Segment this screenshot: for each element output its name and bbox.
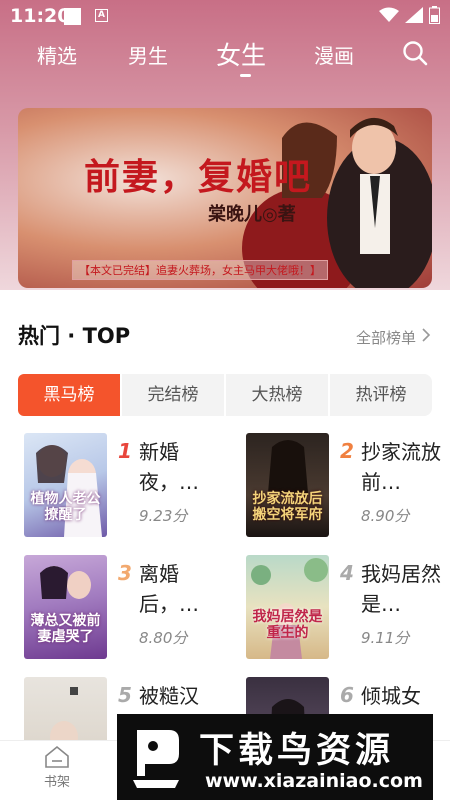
banner-title: 前妻，复婚吧 xyxy=(84,156,313,198)
ranking-tabs: 黑马榜 完结榜 大热榜 热评榜 xyxy=(18,374,432,416)
rank-number: 1 xyxy=(118,439,132,463)
book-cover[interactable]: 植物人老公撩醒了 xyxy=(24,433,107,537)
cover-title: 抄家流放后搬空将军府 xyxy=(252,490,323,523)
book-title: 我妈居然是… xyxy=(361,562,441,616)
nav-bookshelf-label: 书架 xyxy=(43,775,70,790)
rank-number: 6 xyxy=(340,683,354,707)
nav-bookshelf[interactable]: 书架 xyxy=(27,745,87,790)
battery-icon xyxy=(429,6,440,24)
book-cover[interactable]: 抄家流放后搬空将军府 xyxy=(246,433,329,537)
wifi-icon xyxy=(379,7,399,22)
section-title: 热门 · TOP xyxy=(18,324,131,348)
book-score: 8.80分 xyxy=(139,629,188,647)
promo-banner[interactable]: 前妻，复婚吧 棠晚儿◎著 【本文已完结】追妻火葬场，女主马甲大佬哦！】 xyxy=(18,108,432,288)
book-item[interactable]: 植物人老公撩醒了 1 新婚夜，… 9.23分 xyxy=(24,433,224,543)
tab-completed[interactable]: 完结榜 xyxy=(122,374,226,416)
tab-male[interactable]: 男生 xyxy=(128,40,168,69)
bird-logo-icon xyxy=(133,730,179,788)
tab-hottest[interactable]: 大热榜 xyxy=(226,374,330,416)
active-tab-indicator xyxy=(240,74,251,77)
status-time: 11:20 xyxy=(10,5,71,27)
all-rankings-link[interactable]: 全部榜单 xyxy=(356,327,416,348)
book-cover[interactable]: 薄总又被前妻虐哭了 xyxy=(24,555,107,659)
watermark-overlay: 下载鸟资源 www.xiazainiao.com xyxy=(117,714,433,800)
banner-author: 棠晚儿◎著 xyxy=(208,204,296,225)
tab-comics[interactable]: 漫画 xyxy=(314,40,354,69)
book-title: 离婚后，… xyxy=(139,562,199,616)
cover-art xyxy=(251,558,328,659)
notification-square-icon xyxy=(64,8,81,25)
top-category-nav: 精选 男生 女生 漫画 xyxy=(0,34,450,80)
banner-tagline: 【本文已完结】追妻火葬场，女主马甲大佬哦！】 xyxy=(72,260,328,280)
bookshelf-icon xyxy=(45,745,69,768)
tab-female[interactable]: 女生 xyxy=(216,36,266,72)
book-score: 9.23分 xyxy=(139,507,188,525)
rank-number: 3 xyxy=(118,561,132,585)
book-item[interactable]: 薄总又被前妻虐哭了 3 离婚后，… 8.80分 xyxy=(24,555,224,665)
book-title: 新婚夜，… xyxy=(139,440,199,494)
book-title: 抄家流放前… xyxy=(361,440,441,494)
chevron-right-icon[interactable] xyxy=(422,328,431,342)
search-icon[interactable] xyxy=(402,40,428,66)
watermark-title: 下载鸟资源 xyxy=(199,731,395,771)
book-cover[interactable]: 我妈居然是重生的 xyxy=(246,555,329,659)
book-item[interactable]: 抄家流放后搬空将军府 2 抄家流放前… 8.90分 xyxy=(246,433,446,543)
rank-number: 5 xyxy=(118,683,132,707)
notification-a-icon: A xyxy=(95,9,108,22)
cover-title: 薄总又被前妻虐哭了 xyxy=(30,612,101,645)
book-item[interactable]: 我妈居然是重生的 4 我妈居然是… 9.11分 xyxy=(246,555,446,665)
book-title: 倾城女 xyxy=(361,684,421,708)
tab-top-reviewed[interactable]: 热评榜 xyxy=(330,374,432,416)
rank-number: 4 xyxy=(340,561,354,585)
status-bar: 11:20 A xyxy=(0,0,450,34)
rank-number: 2 xyxy=(340,439,354,463)
status-icons xyxy=(379,6,440,24)
cover-title: 我妈居然是重生的 xyxy=(252,608,323,641)
book-score: 8.90分 xyxy=(361,507,410,525)
tab-featured[interactable]: 精选 xyxy=(37,40,77,69)
watermark-url: www.xiazainiao.com xyxy=(205,770,423,792)
signal-icon xyxy=(405,7,423,23)
tab-dark-horse[interactable]: 黑马榜 xyxy=(18,374,122,416)
book-score: 9.11分 xyxy=(361,629,410,647)
book-title: 被糙汉 xyxy=(139,684,199,708)
cover-title: 植物人老公撩醒了 xyxy=(30,490,101,523)
